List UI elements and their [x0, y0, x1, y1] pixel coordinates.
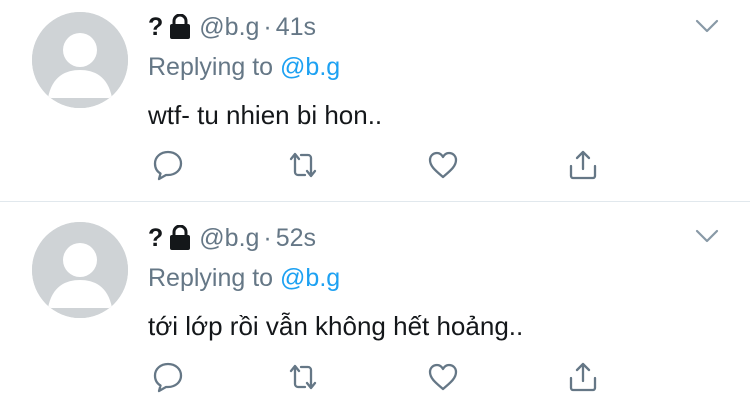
- tweet-header: ? @b.g · 52s: [148, 223, 316, 253]
- retweet-icon[interactable]: [286, 360, 320, 394]
- chevron-down-icon[interactable]: [694, 16, 720, 36]
- timestamp[interactable]: 41s: [276, 12, 316, 42]
- replying-to-line: Replying to @b.g: [148, 52, 340, 82]
- display-name[interactable]: ?: [148, 12, 163, 42]
- replying-to-line: Replying to @b.g: [148, 263, 340, 293]
- reply-icon[interactable]: [151, 360, 185, 394]
- user-handle[interactable]: @b.g: [199, 12, 259, 42]
- default-avatar-icon: [32, 12, 128, 108]
- tweet-text: tới lớp rồi vẫn không hết hoảng..: [148, 311, 524, 341]
- action-bar: [148, 148, 628, 182]
- like-icon[interactable]: [426, 360, 460, 394]
- like-icon[interactable]: [426, 148, 460, 182]
- retweet-icon[interactable]: [286, 148, 320, 182]
- tweet-header: ? @b.g · 41s: [148, 12, 316, 42]
- tweet[interactable]: ? @b.g · 41s Replying to @b.g wtf- tu nh…: [0, 0, 750, 202]
- lock-icon: [169, 224, 191, 251]
- separator-dot: ·: [263, 13, 272, 41]
- default-avatar-icon: [32, 222, 128, 318]
- tweet[interactable]: ? @b.g · 52s Replying to @b.g tới lớp rồ…: [0, 202, 750, 407]
- display-name[interactable]: ?: [148, 223, 163, 253]
- user-handle[interactable]: @b.g: [199, 223, 259, 253]
- separator-dot: ·: [263, 224, 272, 252]
- chevron-down-icon[interactable]: [694, 226, 720, 246]
- replying-to-label: Replying to: [148, 53, 274, 81]
- action-bar: [148, 360, 628, 394]
- reply-icon[interactable]: [151, 148, 185, 182]
- avatar[interactable]: [32, 222, 128, 318]
- tweet-text: wtf- tu nhien bi hon..: [148, 100, 383, 130]
- replying-to-label: Replying to: [148, 264, 274, 292]
- replying-to-link[interactable]: @b.g: [280, 53, 340, 81]
- share-icon[interactable]: [566, 360, 600, 394]
- share-icon[interactable]: [566, 148, 600, 182]
- replying-to-link[interactable]: @b.g: [280, 264, 340, 292]
- timeline: ? @b.g · 41s Replying to @b.g wtf- tu nh…: [0, 0, 750, 407]
- avatar[interactable]: [32, 12, 128, 108]
- timestamp[interactable]: 52s: [276, 223, 316, 253]
- lock-icon: [169, 13, 191, 40]
